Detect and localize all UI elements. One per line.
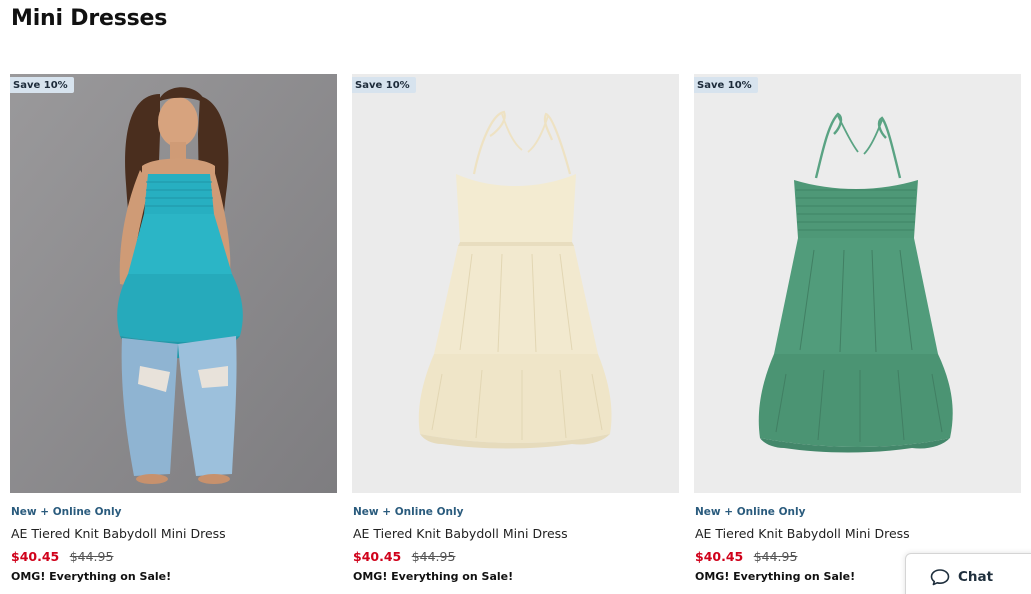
product-card[interactable]: Save 10% New + Online Only AE Tiered Kni… (694, 66, 1021, 594)
model-photo (10, 74, 337, 493)
sale-price: $40.45 (695, 549, 744, 564)
product-tag: New + Online Only (695, 506, 806, 518)
chat-button[interactable]: Chat (905, 553, 1031, 594)
product-card[interactable]: Save 10% New + Online Only AE Tiered Kni… (10, 66, 337, 594)
sale-price: $40.45 (353, 549, 402, 564)
product-image[interactable]: Save 10% (694, 74, 1021, 493)
original-price: $44.95 (69, 549, 114, 564)
discount-badge: Save 10% (10, 77, 74, 93)
page-title: Mini Dresses (11, 6, 168, 31)
product-image[interactable]: Save 10% (352, 74, 679, 493)
promo-text: OMG! Everything on Sale! (695, 570, 856, 583)
product-tag: New + Online Only (11, 506, 122, 518)
promo-text: OMG! Everything on Sale! (353, 570, 514, 583)
product-name[interactable]: AE Tiered Knit Babydoll Mini Dress (695, 526, 910, 541)
product-prices: $40.45 $44.95 (695, 548, 797, 566)
product-name[interactable]: AE Tiered Knit Babydoll Mini Dress (353, 526, 568, 541)
discount-badge: Save 10% (352, 77, 416, 93)
product-grid: Save 10% New + Online Only AE Tiered Kni… (0, 66, 1031, 594)
product-card[interactable]: Save 10% New + Online Only AE Tiered Kni… (352, 66, 679, 594)
promo-text: OMG! Everything on Sale! (11, 570, 172, 583)
product-image[interactable]: Save 10% (10, 74, 337, 493)
dress-flatlay-green (694, 74, 1021, 493)
product-name[interactable]: AE Tiered Knit Babydoll Mini Dress (11, 526, 226, 541)
sale-price: $40.45 (11, 549, 60, 564)
product-prices: $40.45 $44.95 (353, 548, 455, 566)
dress-flatlay-cream (352, 74, 679, 493)
product-prices: $40.45 $44.95 (11, 548, 113, 566)
original-price: $44.95 (753, 549, 798, 564)
product-tag: New + Online Only (353, 506, 464, 518)
discount-badge: Save 10% (694, 77, 758, 93)
chat-label: Chat (958, 569, 994, 585)
chat-bubble-icon (930, 568, 950, 586)
original-price: $44.95 (411, 549, 456, 564)
